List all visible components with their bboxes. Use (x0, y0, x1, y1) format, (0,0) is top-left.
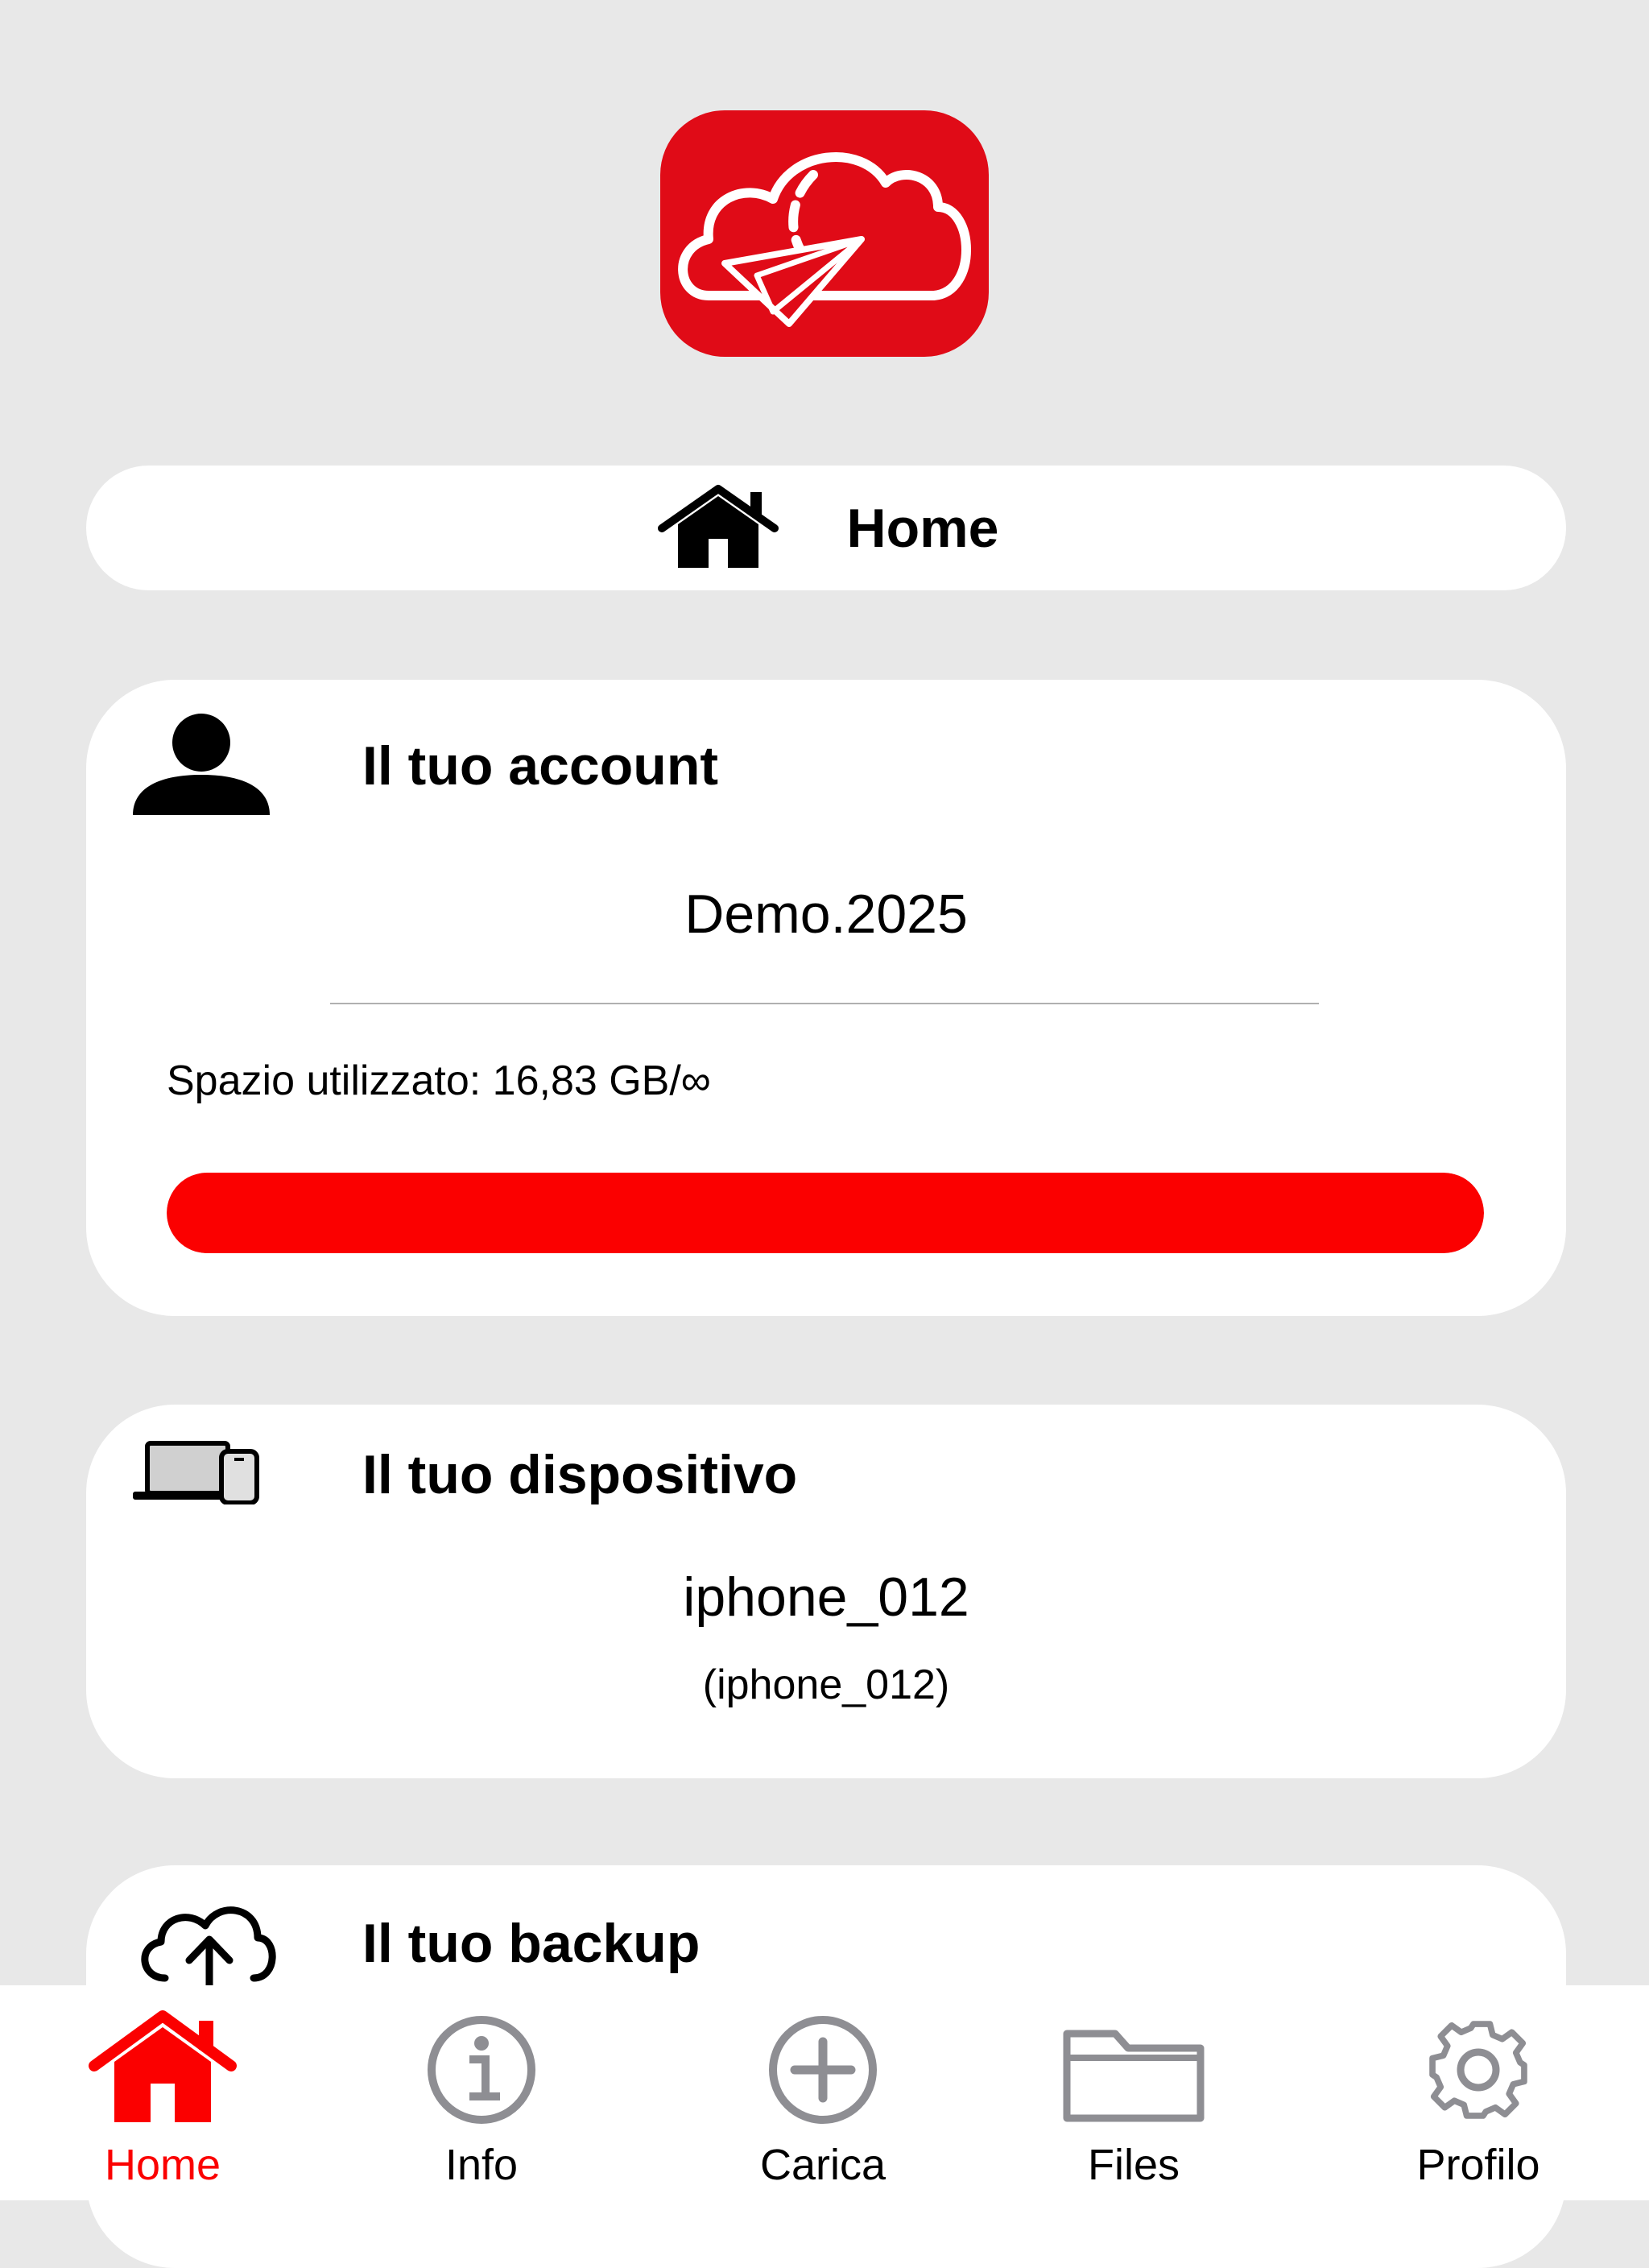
tab-files[interactable]: Files (1013, 1985, 1254, 2200)
account-name: Demo.2025 (684, 884, 968, 945)
device-name: iphone_012 (683, 1566, 969, 1628)
add-circle-icon (769, 2016, 877, 2124)
cloud-upload-icon (141, 1906, 276, 1994)
info-icon (428, 2016, 535, 2124)
person-icon (133, 714, 270, 815)
account-card: Il tuo account Demo.2025 Spazio utilizza… (86, 680, 1566, 1316)
account-card-title: Il tuo account (362, 735, 718, 797)
devices-icon (133, 1441, 259, 1504)
tab-profilo[interactable]: Profilo (1358, 1985, 1599, 2200)
app-logo (660, 110, 989, 357)
home-icon (89, 2010, 237, 2122)
storage-progress-bar (167, 1173, 1484, 1253)
device-identifier: (iphone_012) (702, 1662, 950, 1708)
device-card-title: Il tuo dispositivo (362, 1444, 798, 1505)
device-card: Il tuo dispositivo iphone_012 (iphone_01… (86, 1405, 1566, 1778)
folder-icon (1063, 2030, 1205, 2122)
tab-home-label: Home (104, 2141, 221, 2189)
tab-files-label: Files (1087, 2141, 1180, 2189)
page-title: Home (846, 497, 999, 559)
storage-used-label: Spazio utilizzato: 16,83 GB/∞ (167, 1057, 711, 1104)
home-icon (657, 484, 779, 568)
bottom-tab-bar: Home Info Carica Files Profilo (0, 1985, 1649, 2200)
page-header: Home (86, 466, 1566, 590)
tab-info-label: Info (444, 2141, 519, 2189)
tab-profilo-label: Profilo (1416, 2141, 1540, 2189)
tab-carica-label: Carica (759, 2141, 886, 2189)
storage-progress-fill (167, 1173, 1484, 1253)
tab-info[interactable]: Info (361, 1985, 602, 2200)
divider (330, 1003, 1319, 1004)
tab-carica[interactable]: Carica (702, 1985, 944, 2200)
tab-home[interactable]: Home (42, 1985, 283, 2200)
gear-icon (1429, 2021, 1527, 2119)
backup-card-title: Il tuo backup (362, 1913, 701, 1974)
cloud-paper-plane-icon (678, 152, 971, 327)
